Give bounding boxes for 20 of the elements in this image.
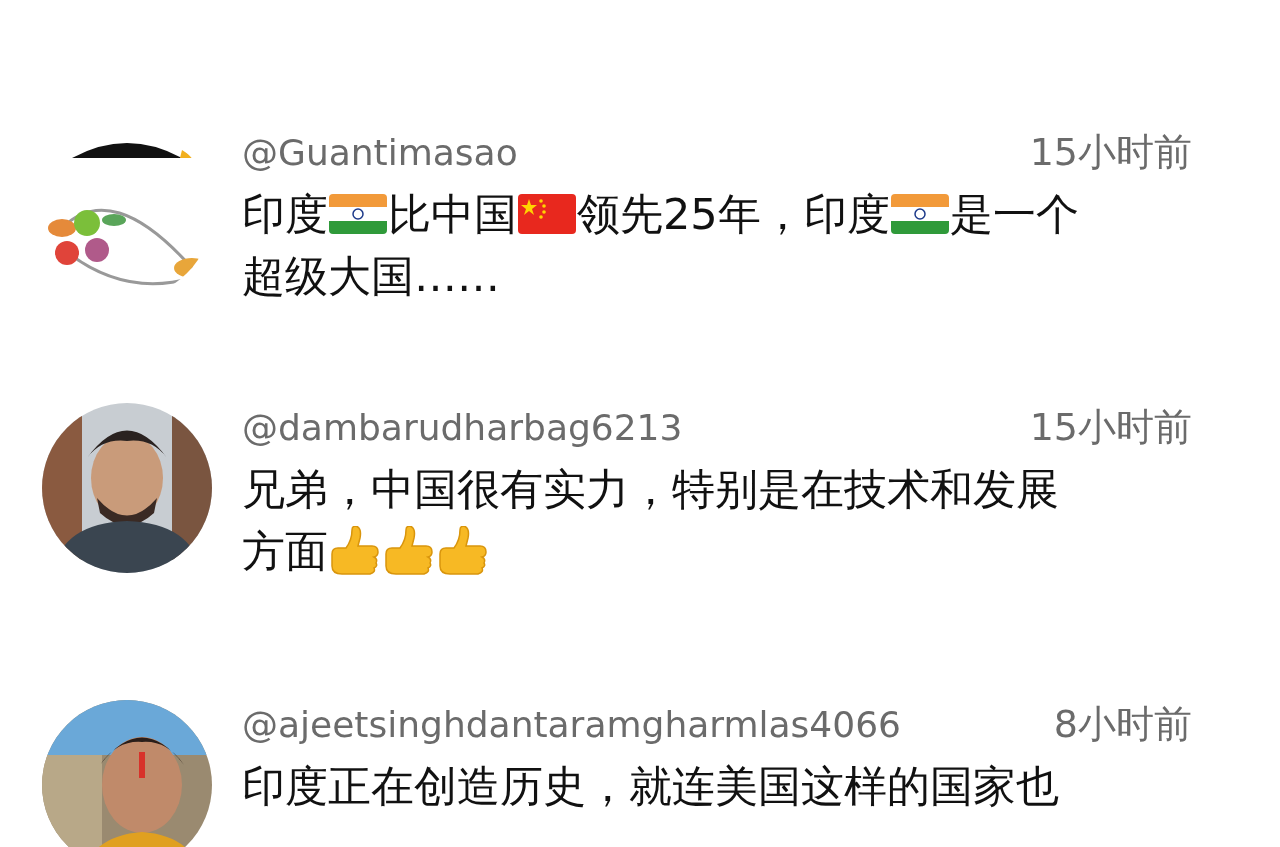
thumbs-up-icon xyxy=(328,526,382,576)
comment-text: 领先25年，印度 xyxy=(577,189,890,239)
timestamp: 15小时前 xyxy=(1029,129,1192,176)
comment-text: 印度正在创造历史，就连美国这样的国家也 xyxy=(242,761,1059,811)
username[interactable]: @dambarudharbag6213 xyxy=(242,404,683,452)
timestamp: 8小时前 xyxy=(1053,701,1192,748)
comment-text: 印度 xyxy=(242,189,328,239)
comment-text: 方面 xyxy=(242,526,328,576)
comment-text: 超级大国…… xyxy=(242,251,500,301)
china-flag-icon xyxy=(517,193,577,235)
comment-text: 比中国 xyxy=(388,189,517,239)
username[interactable]: @ajeetsinghdantaramgharmlas4066 xyxy=(242,701,901,749)
thumbs-up-icon xyxy=(382,526,436,576)
username[interactable]: @Guantimasao xyxy=(242,129,518,177)
comment-text: 是一个 xyxy=(949,189,1079,239)
india-flag-icon xyxy=(328,193,388,235)
comment-text: 兄弟，中国很有实力，特别是在技术和发展 xyxy=(242,464,1059,514)
india-flag-icon xyxy=(889,193,950,235)
thumbs-up-icon xyxy=(436,526,490,576)
timestamp: 15小时前 xyxy=(1029,404,1192,451)
